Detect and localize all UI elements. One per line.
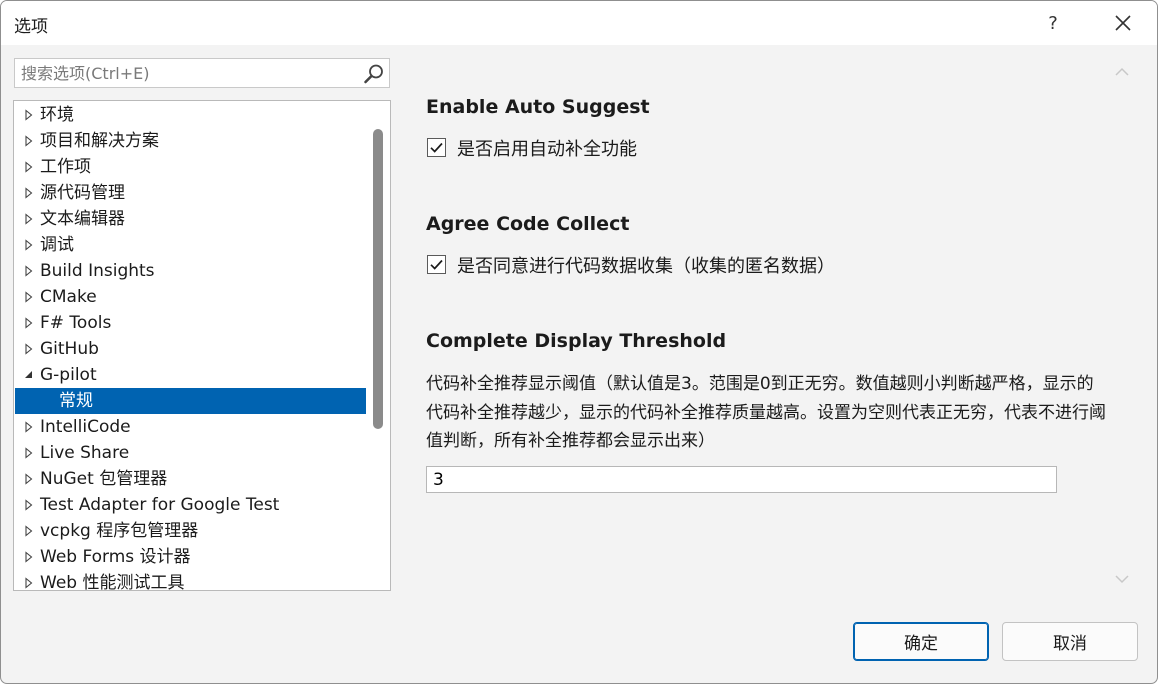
close-button[interactable]: [1103, 7, 1143, 39]
checkmark-icon: [430, 142, 443, 153]
tree-item-label: Web Forms 设计器: [40, 547, 191, 567]
tree-item-label: 项目和解决方案: [40, 131, 159, 151]
window-title: 选项: [14, 17, 48, 37]
checkmark-icon: [430, 259, 443, 270]
tree-item-label: 环境: [40, 105, 74, 125]
threshold-description: 代码补全推荐显示阈值（默认值是3。范围是0到正无穷。数值越则小判断越严格，显示的…: [426, 374, 1106, 451]
collapsed-arrow-icon[interactable]: [23, 336, 35, 362]
auto-suggest-checkbox[interactable]: [427, 138, 446, 157]
search-icon[interactable]: [363, 63, 385, 85]
expanded-arrow-icon[interactable]: [23, 362, 35, 388]
ok-button[interactable]: 确定: [853, 622, 989, 661]
tree-item-label: Test Adapter for Google Test: [40, 495, 280, 515]
collapsed-arrow-icon[interactable]: [23, 544, 35, 570]
collapsed-arrow-icon[interactable]: [23, 128, 35, 154]
tree-item-label: Web 性能测试工具: [40, 573, 185, 591]
search-input[interactable]: [15, 59, 361, 87]
tree-item-label: Build Insights: [40, 261, 155, 281]
tree-item[interactable]: vcpkg 程序包管理器: [15, 518, 366, 544]
tree-item[interactable]: G-pilot: [15, 362, 366, 388]
tree-item[interactable]: IntelliCode: [15, 414, 366, 440]
collapsed-arrow-icon[interactable]: [23, 414, 35, 440]
search-box: [14, 58, 390, 88]
help-icon: ?: [1048, 12, 1058, 34]
tree-item-label: 调试: [40, 235, 74, 255]
auto-suggest-label: 是否启用自动补全功能: [457, 139, 637, 160]
tree-item[interactable]: 项目和解决方案: [15, 128, 366, 154]
tree-item-label: 常规: [59, 391, 93, 411]
code-collect-label: 是否同意进行代码数据收集（收集的匿名数据）: [457, 256, 835, 277]
code-collect-title: Agree Code Collect: [426, 213, 630, 235]
tree-item-label: Live Share: [40, 443, 130, 463]
help-button[interactable]: ?: [1033, 7, 1073, 39]
collapsed-arrow-icon[interactable]: [23, 206, 35, 232]
tree-item[interactable]: F# Tools: [15, 310, 366, 336]
tree-item-label: G-pilot: [40, 365, 97, 385]
scroll-up-icon[interactable]: [1111, 65, 1133, 79]
tree-item-label: CMake: [40, 287, 97, 307]
tree-item-label: 源代码管理: [40, 183, 125, 203]
tree-item-label: vcpkg 程序包管理器: [40, 521, 199, 541]
collapsed-arrow-icon[interactable]: [23, 180, 35, 206]
collapsed-arrow-icon[interactable]: [23, 284, 35, 310]
tree-item-label: 工作项: [40, 157, 91, 177]
options-tree: Web 性能测试工具 Web Forms 设计器 vcpkg 程序包管理器 Test …: [13, 100, 391, 591]
close-icon: [1115, 15, 1131, 31]
tree-scrollbar[interactable]: [369, 101, 390, 590]
tree-item[interactable]: 工作项: [15, 154, 366, 180]
tree-item-label: F# Tools: [40, 313, 112, 333]
tree-item[interactable]: 环境: [15, 102, 366, 128]
collapsed-arrow-icon[interactable]: [23, 492, 35, 518]
tree-item-label: 文本编辑器: [40, 209, 125, 229]
collapsed-arrow-icon[interactable]: [23, 258, 35, 284]
collapsed-arrow-icon[interactable]: [23, 154, 35, 180]
tree-item[interactable]: CMake: [15, 284, 366, 310]
tree-item[interactable]: 源代码管理: [15, 180, 366, 206]
tree-item[interactable]: GitHub: [15, 336, 366, 362]
collapsed-arrow-icon[interactable]: [23, 440, 35, 466]
collapsed-arrow-icon[interactable]: [23, 310, 35, 336]
tree-scrollbar-thumb[interactable]: [373, 129, 383, 429]
tree-item-label: IntelliCode: [40, 417, 131, 437]
tree-item[interactable]: Build Insights: [15, 258, 366, 284]
tree-item[interactable]: Live Share: [15, 440, 366, 466]
collapsed-arrow-icon[interactable]: [23, 232, 35, 258]
tree-item[interactable]: 文本编辑器: [15, 206, 366, 232]
tree-item-label: GitHub: [40, 339, 99, 359]
tree-item[interactable]: 常规: [15, 388, 366, 414]
auto-suggest-title: Enable Auto Suggest: [426, 96, 650, 118]
tree-item[interactable]: Web Forms 设计器: [15, 544, 366, 570]
tree-item-label: NuGet 包管理器: [40, 469, 168, 489]
titlebar: 选项 ?: [1, 1, 1157, 45]
tree-item[interactable]: 调试: [15, 232, 366, 258]
cancel-button[interactable]: 取消: [1002, 622, 1138, 661]
threshold-input[interactable]: [427, 467, 1056, 492]
options-dialog: 选项 ? Web 性能测试工具 Web Forms 设计器 vcpkg 程序包管理器…: [0, 0, 1158, 684]
tree-item[interactable]: Test Adapter for Google Test: [15, 492, 366, 518]
tree-item[interactable]: Web 性能测试工具: [15, 570, 366, 591]
collapsed-arrow-icon[interactable]: [23, 102, 35, 128]
threshold-title: Complete Display Threshold: [426, 330, 727, 352]
collapsed-arrow-icon[interactable]: [23, 570, 35, 590]
collapsed-arrow-icon[interactable]: [23, 466, 35, 492]
code-collect-checkbox[interactable]: [427, 255, 446, 274]
threshold-field-box: [426, 466, 1057, 493]
collapsed-arrow-icon[interactable]: [23, 518, 35, 544]
tree-item[interactable]: NuGet 包管理器: [15, 466, 366, 492]
scroll-down-icon[interactable]: [1111, 572, 1133, 586]
